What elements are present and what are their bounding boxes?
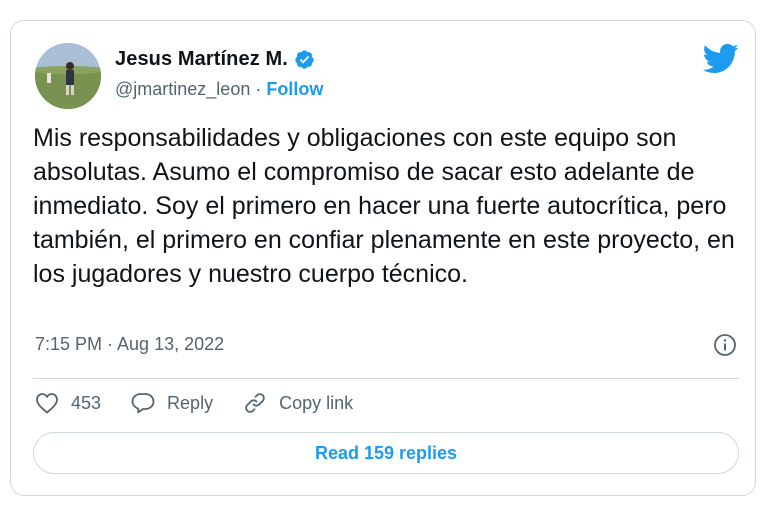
separator-dot: · [255,79,262,99]
handle-row: @jmartinez_leon · Follow [115,79,323,100]
read-replies-button[interactable]: Read 159 replies [33,432,739,474]
action-bar: 453 Reply Copy link [35,391,383,415]
copy-link-button[interactable]: Copy link [243,391,353,415]
twitter-bird-icon[interactable] [703,43,739,73]
speech-bubble-icon [131,393,155,414]
copy-link-label: Copy link [279,392,354,413]
author-row: Jesus Martínez M. [115,48,315,71]
divider [33,378,739,379]
tweet-text: Mis responsabilidades y obligaciones con… [33,124,735,288]
author-handle[interactable]: @jmartinez_leon [115,79,250,100]
link-icon [245,393,265,413]
follow-button[interactable]: Follow [266,79,323,100]
avatar[interactable] [35,43,101,109]
author-name[interactable]: Jesus Martínez M. [115,48,288,71]
like-count: 453 [71,392,102,413]
reply-label: Reply [167,392,214,413]
reply-button[interactable]: Reply [131,392,213,414]
avatar-photo [35,43,101,109]
like-button[interactable]: 453 [35,392,101,414]
info-icon[interactable] [713,333,737,357]
tweet-card: Jesus Martínez M. @jmartinez_leon · Foll… [10,20,756,496]
tweet-timestamp[interactable]: 7:15 PM · Aug 13, 2022 [35,334,224,355]
verified-badge-icon [295,50,314,69]
heart-icon [36,393,58,414]
